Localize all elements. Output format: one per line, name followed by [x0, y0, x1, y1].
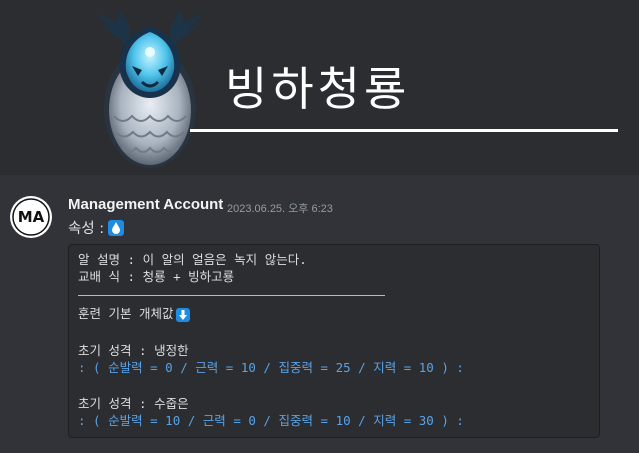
- water-drop-icon[interactable]: [108, 219, 125, 236]
- egg-name-title: 빙하청룡: [225, 62, 411, 116]
- message-author[interactable]: Management Account: [68, 196, 223, 213]
- separator-line: [78, 295, 385, 296]
- ma-logo-icon: MA: [12, 198, 50, 236]
- personality-2-line: 초기 성격 : 수줍은: [78, 396, 189, 411]
- attribute-row: 속성 :: [68, 217, 125, 238]
- training-base-line: 훈련 기본 개체값: [78, 306, 190, 322]
- egg-description-line: 알 설명 : 이 알의 얼음은 녹지 않는다.: [78, 252, 307, 267]
- ice-dragon-egg-image: [94, 10, 206, 168]
- arrow-down-icon[interactable]: [175, 308, 190, 322]
- message-timestamp[interactable]: 2023.06.25. 오후 6:23: [227, 200, 333, 216]
- stats-2-line: : ( 순발력 = 10 / 근력 = 0 / 집중력 = 10 / 지력 = …: [78, 413, 464, 428]
- svg-text:MA: MA: [18, 208, 45, 226]
- breeding-formula-line: 교배 식 : 청룡 + 빙하고룡: [78, 269, 235, 284]
- attribute-label: 속성 :: [68, 221, 105, 237]
- personality-1-line: 초기 성격 : 냉정한: [78, 343, 189, 358]
- code-block: 알 설명 : 이 알의 얼음은 녹지 않는다. 교배 식 : 청룡 + 빙하고룡…: [68, 244, 600, 438]
- egg-banner: 빙하청룡: [0, 0, 639, 175]
- training-base-label: 훈련 기본 개체값: [78, 306, 174, 321]
- stats-1-line: : ( 순발력 = 0 / 근력 = 10 / 집중력 = 25 / 지력 = …: [78, 360, 464, 375]
- title-underline: [190, 129, 618, 132]
- user-avatar[interactable]: MA: [10, 196, 52, 238]
